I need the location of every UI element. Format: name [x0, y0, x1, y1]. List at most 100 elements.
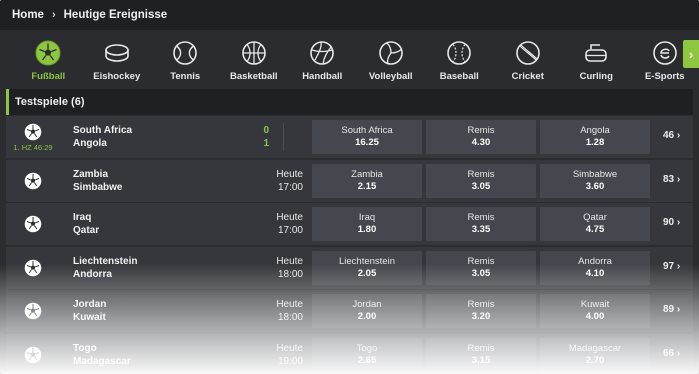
sport-tab-eishockey[interactable]: Eishockey [83, 30, 152, 86]
match-row[interactable]: Liechtenstein Andorra Heute 18:00 Liecht… [6, 246, 693, 289]
sport-tab-fussball[interactable]: Fußball [14, 30, 83, 86]
sport-label: Basketball [229, 71, 278, 82]
odds-button-draw[interactable]: Remis 4.30 [426, 120, 536, 154]
odds-button-home[interactable]: South Africa 16.25 [312, 120, 422, 154]
odds-button-home[interactable]: Togo 2.65 [312, 337, 422, 372]
odds-value: 1.80 [357, 224, 377, 235]
football-icon [35, 40, 61, 66]
away-team: Madagascar [73, 355, 131, 367]
match-teams: Togo Madagascar [73, 342, 131, 368]
odds-button-draw[interactable]: Remis 3.15 [426, 337, 536, 372]
match-sport-cell: 1. HZ 46:29 [6, 116, 60, 158]
match-start: Heute 18:00 [261, 255, 303, 281]
odds-value: 2.65 [357, 354, 377, 366]
match-sport-cell [6, 290, 60, 332]
match-start: Heute 18:00 [261, 298, 303, 324]
sports-scroll-right-button[interactable]: › [683, 40, 699, 68]
tennis-ball-icon [173, 41, 198, 65]
more-markets-link[interactable]: 46 › [663, 130, 680, 141]
baseball-icon [447, 41, 472, 65]
sport-label: Fußball [31, 71, 66, 82]
sport-tab-baseball[interactable]: Baseball [425, 30, 494, 86]
more-markets-link[interactable]: 90 › [663, 217, 680, 228]
odds-value: 2.70 [585, 354, 605, 366]
sport-tab-tennis[interactable]: Tennis [151, 30, 220, 86]
odds-label: Remis [467, 299, 495, 310]
match-sport-cell [6, 247, 60, 289]
away-team: Andorra [73, 268, 112, 280]
home-team: Zambia [73, 168, 109, 180]
sport-tab-volleyball[interactable]: Volleyball [357, 30, 426, 86]
odds-button-away[interactable]: Andorra 4.10 [540, 250, 650, 285]
odds-value: 4.10 [585, 267, 605, 279]
away-team: Qatar [73, 225, 100, 236]
odds-value: 3.20 [471, 311, 491, 322]
match-day: Heute [276, 342, 303, 354]
odds-button-draw[interactable]: Remis 3.05 [426, 250, 536, 285]
sport-tab-handball[interactable]: Handball [288, 30, 357, 86]
odds-button-draw[interactable]: Remis 3.20 [426, 294, 536, 328]
match-start: Heute 19:00 [261, 342, 303, 368]
odds-label: Kuwait [580, 299, 610, 310]
odds-button-home[interactable]: Jordan 2.00 [312, 294, 422, 328]
sport-tab-cricket[interactable]: Cricket [494, 30, 563, 86]
match-row[interactable]: Zambia Simbabwe Heute 17:00 Zambia 2.15 … [6, 159, 693, 202]
match-row[interactable]: Togo Madagascar Heute 19:00 Togo 2.65 Re… [6, 333, 693, 374]
odds-label: Zambia [351, 168, 383, 180]
odds-label: Togo [356, 342, 378, 354]
match-row[interactable]: Iraq Qatar Heute 17:00 Iraq 1.80 Remis 3… [6, 203, 693, 245]
match-sport-cell [6, 203, 60, 245]
odds-button-home[interactable]: Zambia 2.15 [312, 163, 422, 198]
odds-button-draw[interactable]: Remis 3.05 [426, 163, 536, 198]
match-time: 18:00 [277, 312, 303, 323]
more-markets-link[interactable]: 83 › [663, 174, 680, 185]
match-time: 18:00 [277, 268, 303, 280]
more-markets-link[interactable]: 89 › [663, 304, 680, 315]
breadcrumb-home-link[interactable]: Home [12, 9, 44, 21]
breadcrumb: Home › Heutige Ereignisse [0, 0, 699, 30]
sport-tab-curling[interactable]: Curling [562, 30, 631, 86]
live-match-clock: 1. HZ 46:29 [13, 142, 53, 152]
away-score: 1 [263, 138, 269, 149]
section-header[interactable]: Testspiele (6) [6, 89, 693, 115]
match-teams: South Africa Angola [73, 124, 132, 150]
odds-button-home[interactable]: Iraq 1.80 [312, 207, 422, 241]
odds-value: 2.00 [357, 311, 377, 322]
odds-value: 4.30 [471, 137, 491, 148]
football-icon [24, 346, 42, 363]
sport-label: Eishockey [93, 71, 141, 82]
odds-label: Liechtenstein [339, 255, 395, 267]
odds-button-away[interactable]: Qatar 4.75 [540, 207, 650, 241]
odds-label: Remis [467, 212, 495, 223]
odds-button-away[interactable]: Kuwait 4.00 [540, 294, 650, 328]
odds-label: Jordan [352, 299, 382, 310]
away-team: Simbabwe [73, 181, 123, 193]
volleyball-icon [378, 41, 403, 65]
odds-label: Remis [467, 125, 495, 136]
football-icon [24, 123, 42, 140]
curling-stone-icon [585, 44, 608, 62]
home-team: Togo [73, 342, 97, 354]
odds-button-draw[interactable]: Remis 3.35 [426, 207, 536, 241]
odds-label: Iraq [358, 212, 376, 223]
odds-button-away[interactable]: Simbabwe 3.60 [540, 163, 650, 198]
sport-label: Curling [579, 71, 613, 82]
more-markets-link[interactable]: 97 › [663, 261, 680, 272]
odds-value: 3.35 [471, 224, 491, 235]
sport-label: Handball [302, 71, 343, 82]
match-row[interactable]: 1. HZ 46:29 South Africa Angola 0 1 Sout… [6, 116, 693, 158]
match-time: 17:00 [277, 225, 303, 236]
sport-tab-basketball[interactable]: Basketball [220, 30, 289, 86]
odds-button-away[interactable]: Madagascar 2.70 [540, 337, 650, 372]
odds-value: 3.05 [471, 180, 491, 192]
odds-value: 3.15 [471, 354, 491, 366]
odds-button-home[interactable]: Liechtenstein 2.05 [312, 250, 422, 285]
chevron-right-icon: › [688, 46, 694, 62]
odds-button-away[interactable]: Angola 1.28 [540, 120, 650, 154]
match-row[interactable]: Jordan Kuwait Heute 18:00 Jordan 2.00 Re… [6, 290, 693, 332]
cricket-ball-icon [515, 41, 540, 65]
more-markets-link[interactable]: 66 › [663, 348, 680, 359]
home-score: 0 [263, 125, 269, 136]
odds-value: 3.60 [585, 180, 605, 192]
odds-label: South Africa [341, 125, 393, 136]
